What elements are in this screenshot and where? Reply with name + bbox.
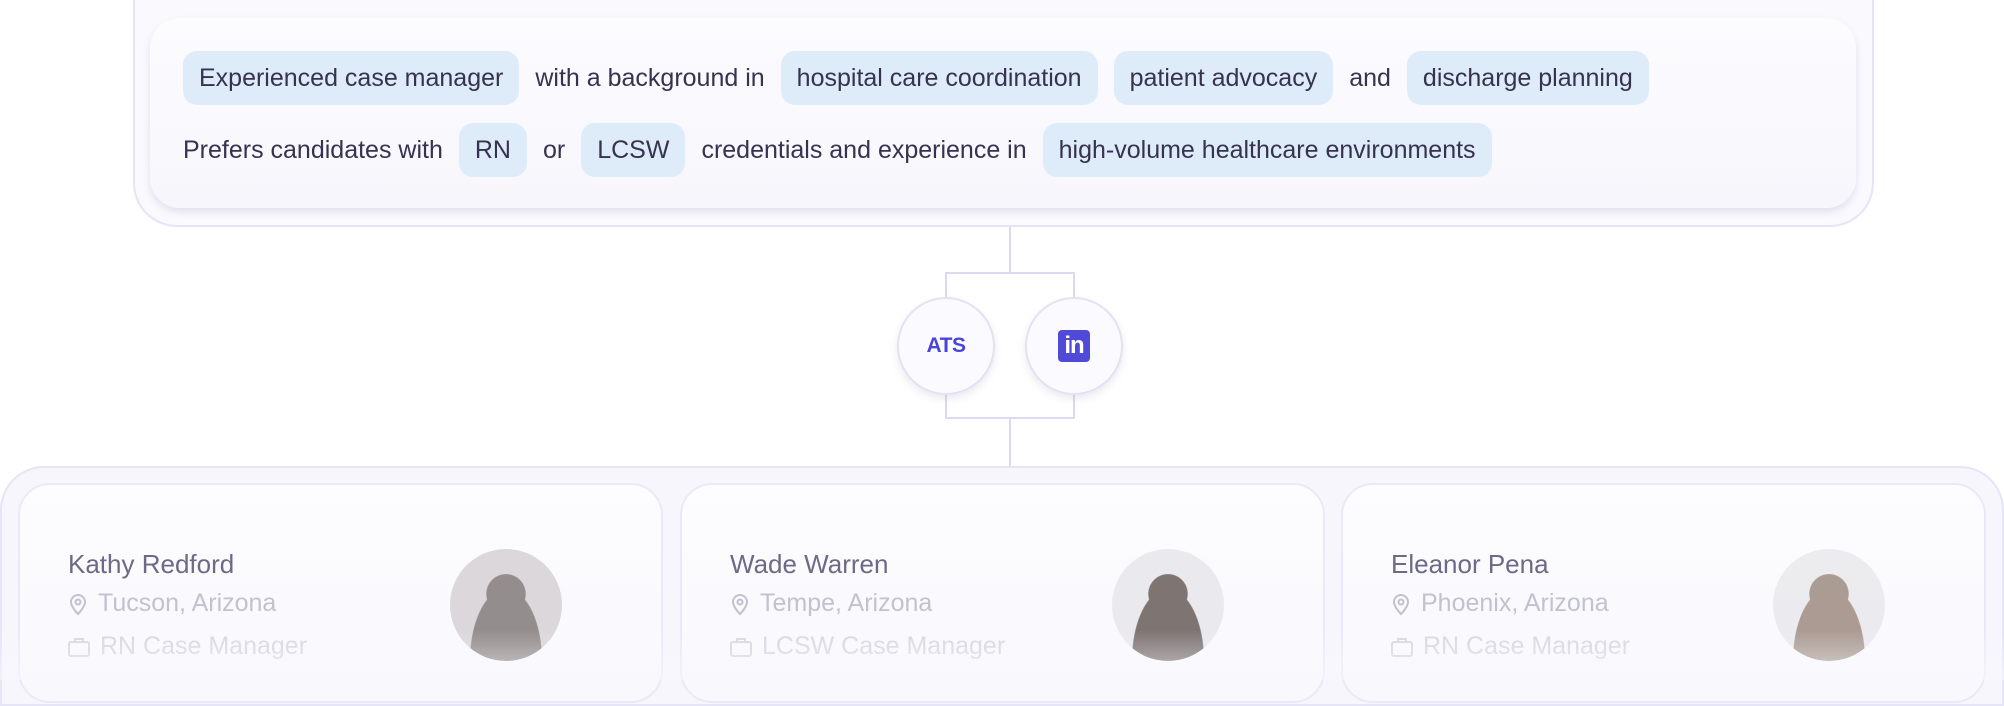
candidate-name: Kathy Redford [68,549,235,579]
keyword-chip[interactable]: discharge planning [1406,51,1649,105]
connector [945,272,1075,274]
location-pin-icon [731,593,749,615]
location-text: Tucson, Arizona [98,589,277,617]
query-text: and [1349,63,1391,92]
query-text: with a background in [535,63,765,92]
candidate-location: Tucson, Arizona [68,589,276,618]
linkedin-icon: in [1058,330,1090,362]
ats-icon: ATS [926,334,966,357]
location-text: Phoenix, Arizona [1421,589,1609,617]
candidate-name: Wade Warren [730,549,889,579]
connector [1009,418,1011,466]
keyword-chip[interactable]: LCSW [581,123,686,177]
query-row-1: Experienced case manager with a backgroun… [183,51,1665,105]
fade-overlay [0,630,2004,680]
candidate-location: Phoenix, Arizona [1391,589,1609,618]
keyword-chip[interactable]: RN [458,123,527,177]
query-row-2: Prefers candidates with RN or LCSW credentia… [183,123,1508,177]
query-text: or [542,135,566,164]
candidate-location: Tempe, Arizona [730,589,932,618]
keyword-chip[interactable]: hospital care coordination [780,51,1098,105]
query-text: Prefers candidates with [183,135,443,164]
candidate-name: Eleanor Pena [1391,549,1549,579]
connector [1009,227,1011,273]
location-pin-icon [1392,593,1410,615]
source-ats[interactable]: ATS [897,297,995,395]
keyword-chip[interactable]: high-volume healthcare environments [1042,123,1492,177]
location-pin-icon [69,593,87,615]
keyword-chip[interactable]: Experienced case manager [183,51,520,105]
query-text: credentials and experience in [701,135,1027,164]
query-card [150,18,1856,208]
location-text: Tempe, Arizona [760,589,933,617]
keyword-chip[interactable]: patient advocacy [1113,51,1334,105]
source-linkedin[interactable]: in [1025,297,1123,395]
